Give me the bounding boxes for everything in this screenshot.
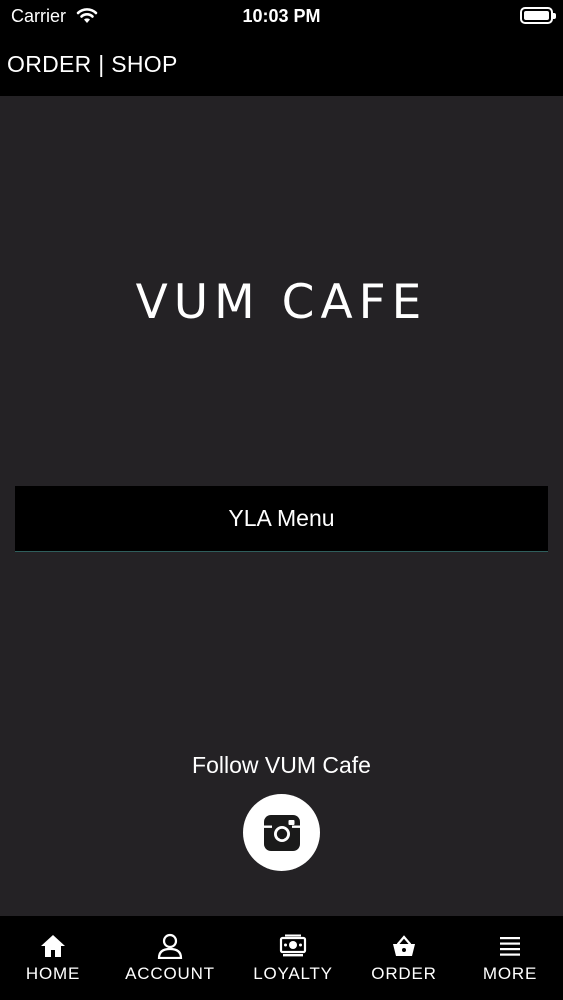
tab-loyalty[interactable]: LOYALTY (243, 916, 343, 1000)
battery-icon (520, 7, 556, 24)
tab-label: ORDER (371, 964, 437, 983)
clock: 10:03 PM (242, 6, 321, 26)
nav-bar: ORDER | SHOP (0, 36, 563, 96)
money-icon (279, 934, 307, 957)
page-title: ORDER | SHOP (7, 51, 178, 77)
instagram-button[interactable] (243, 794, 320, 871)
instagram-icon (263, 814, 300, 851)
tab-label: MORE (482, 964, 538, 983)
tab-account[interactable]: ACCOUNT (118, 916, 222, 1000)
person-icon (157, 933, 183, 959)
tab-order[interactable]: ORDER (362, 916, 446, 1000)
status-bar: Carrier 10:03 PM (0, 0, 563, 36)
home-icon (41, 935, 65, 957)
follow-label: Follow VUM Cafe (192, 752, 371, 778)
tab-home[interactable]: HOME (6, 916, 100, 1000)
brand-logo-text: VUM CAFE (135, 274, 428, 330)
tab-more[interactable]: MORE (470, 916, 550, 1000)
tab-label: ACCOUNT (125, 964, 215, 983)
yla-menu-button[interactable]: YLA Menu (15, 486, 548, 552)
brand-logo: VUM CAFE (0, 272, 563, 332)
basket-icon (393, 935, 415, 956)
tab-label: LOYALTY (253, 964, 333, 983)
tab-label: HOME (25, 964, 81, 983)
menu-lines-icon (500, 937, 520, 956)
tab-bar: HOME ACCOUNT LOYALTY ORDER MORE (0, 916, 563, 1000)
